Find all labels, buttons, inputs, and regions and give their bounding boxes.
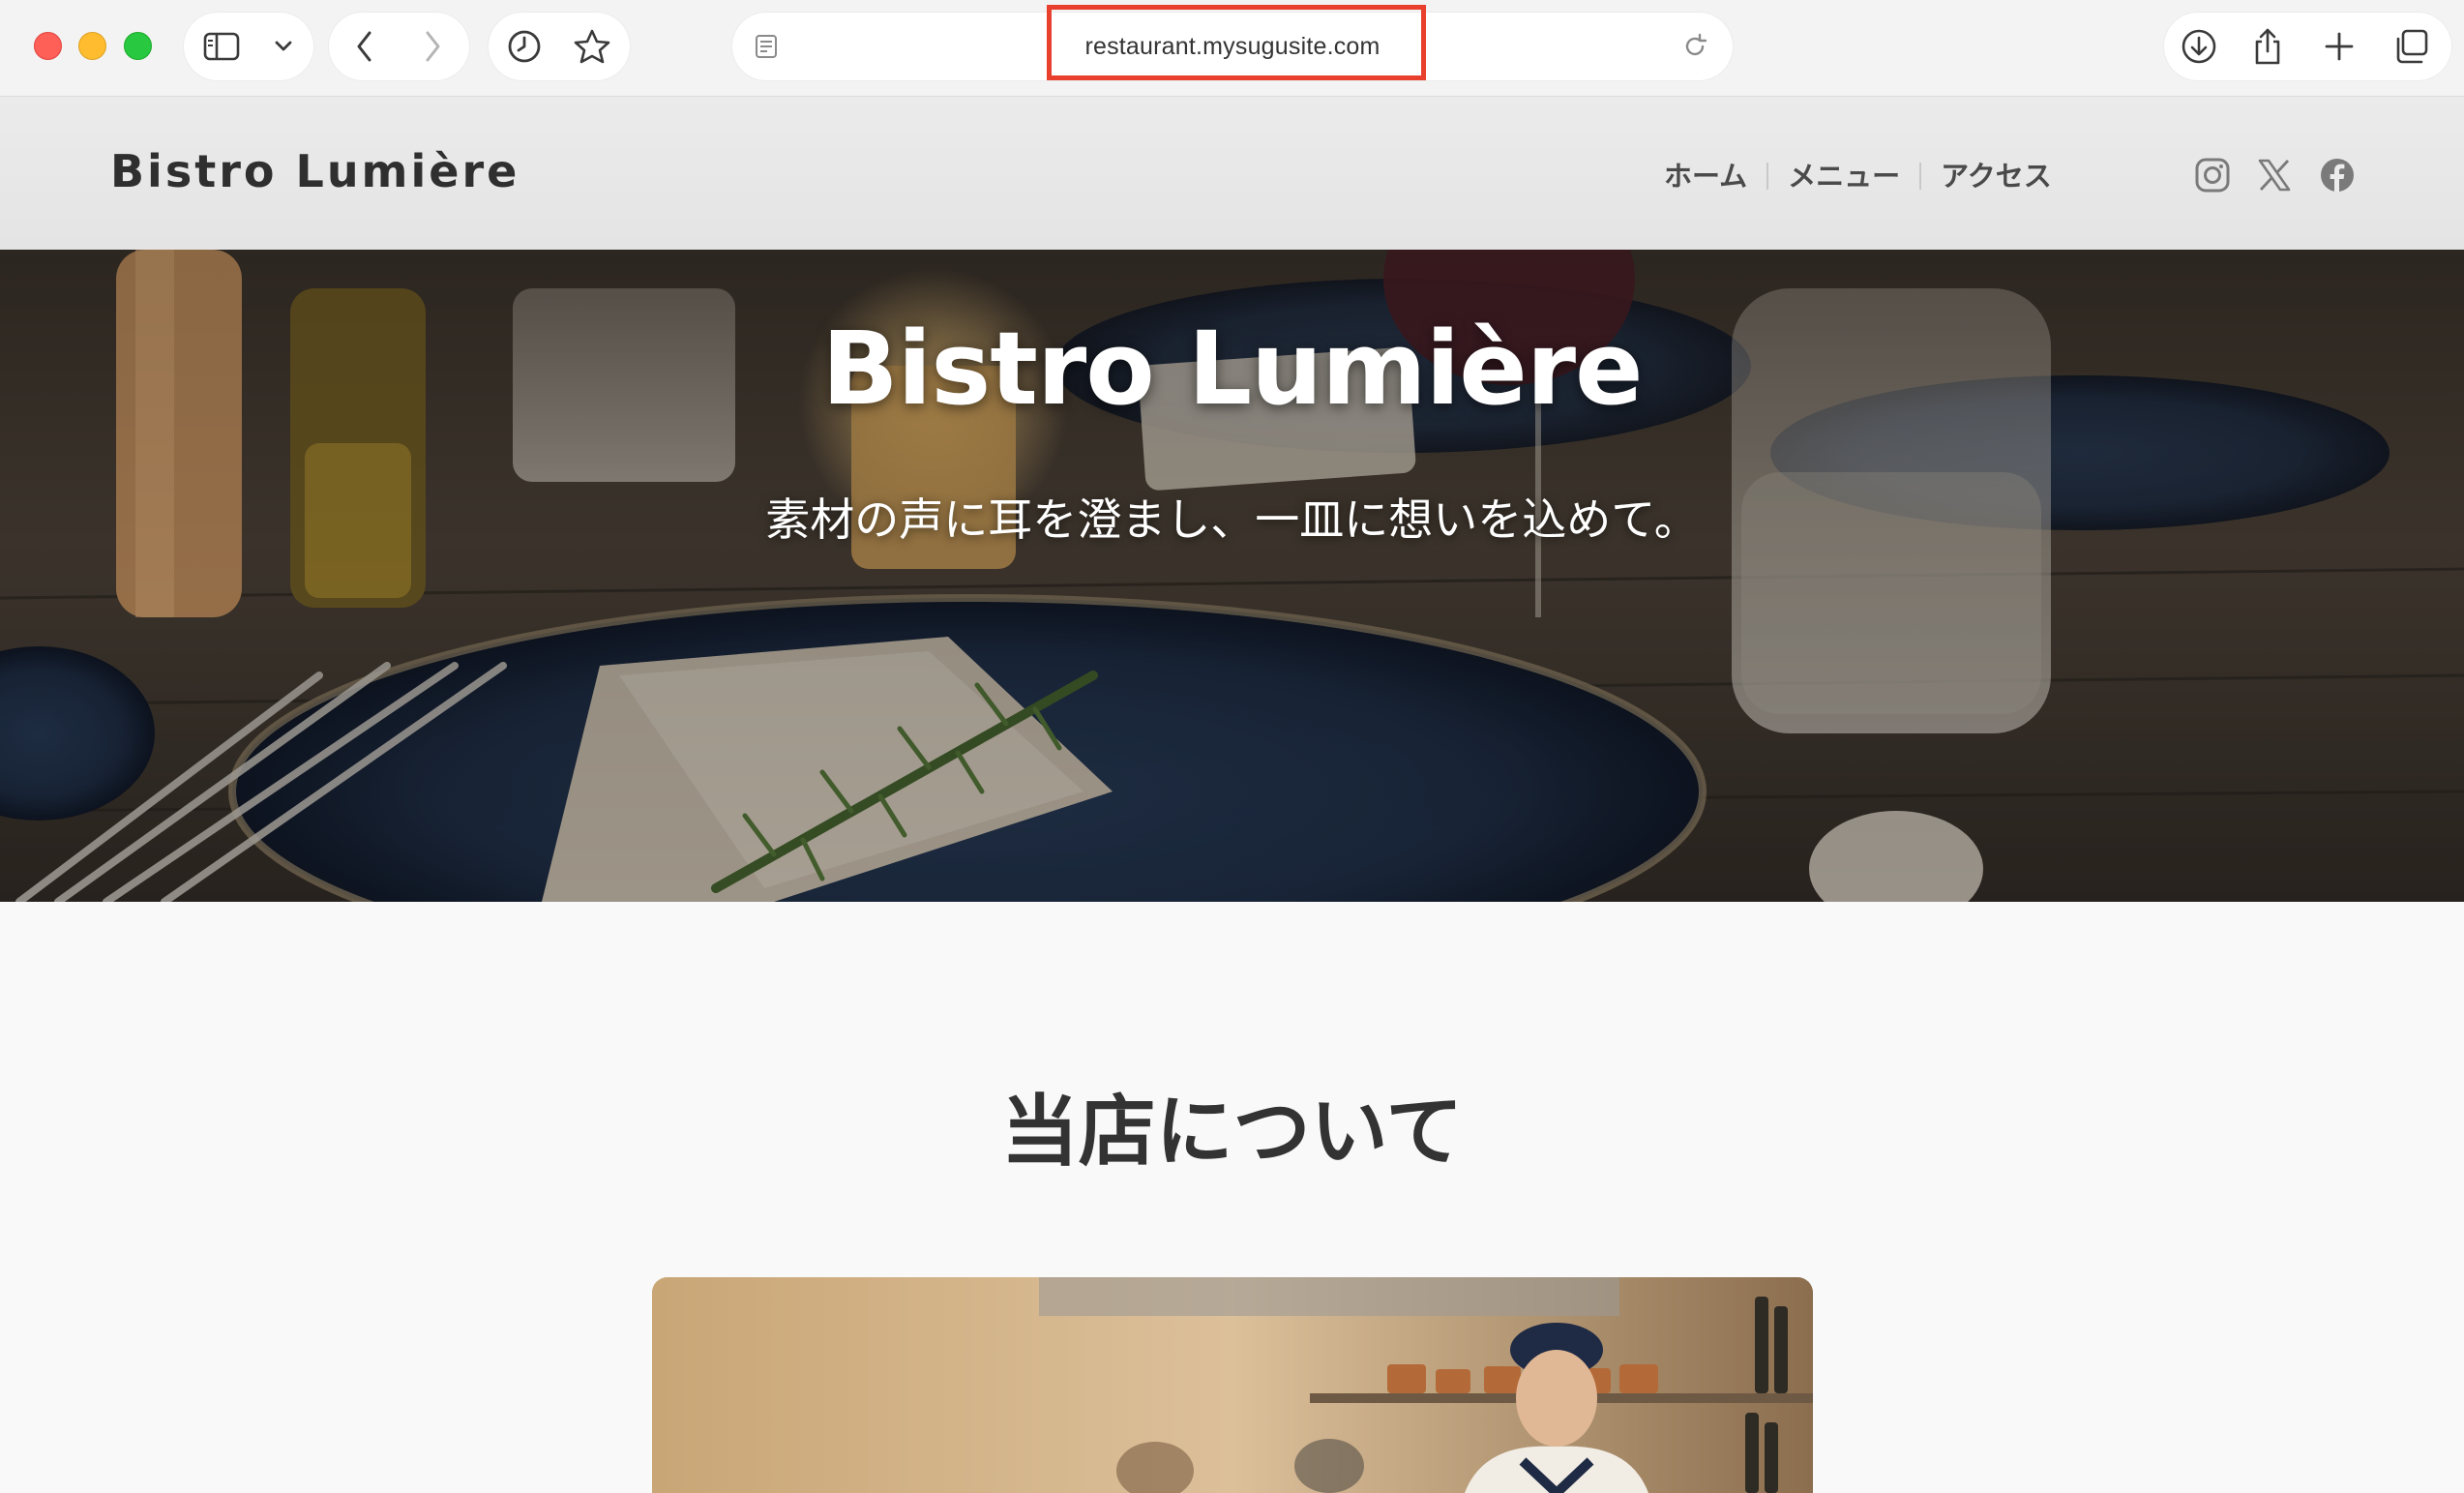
hero-section: Bistro Lumière 素材の声に耳を澄まし、一皿に想いを込めて。 [0,250,2464,902]
nav-link-access[interactable]: アクセス [1921,157,2071,195]
minimize-window-button[interactable] [78,32,106,60]
facebook-icon[interactable] [2317,155,2358,195]
star-icon[interactable] [568,22,616,71]
nav-link-home[interactable]: ホーム [1645,157,1766,195]
chef-kitchen-image [652,1277,1813,1493]
hero-title: Bistro Lumière [821,310,1643,428]
clock-icon[interactable] [500,22,549,71]
site-logo[interactable]: Bistro Lumière [110,145,520,197]
close-window-button[interactable] [34,32,62,60]
instagram-icon[interactable] [2192,155,2233,195]
sidebar-icon[interactable] [197,22,246,71]
main-nav: ホーム メニュー アクセス [1645,157,2071,195]
chevron-right-icon[interactable] [408,22,457,71]
nav-link-menu[interactable]: メニュー [1768,157,1919,195]
chevron-left-icon[interactable] [341,22,389,71]
site-header: Bistro Lumière ホーム メニュー アクセス [0,97,2464,250]
plus-icon[interactable] [2315,22,2363,71]
sidebar-controls [184,13,313,80]
browser-toolbar: restaurant.mysugusite.com [0,0,2464,97]
download-icon[interactable] [2175,22,2223,71]
address-bar[interactable]: restaurant.mysugusite.com [732,13,1733,80]
x-icon[interactable] [2254,155,2295,195]
share-icon[interactable] [2243,22,2292,71]
hero-subtitle: 素材の声に耳を澄まし、一皿に想いを込めて。 [765,493,1699,546]
reload-icon[interactable] [1671,22,1719,71]
url-text[interactable]: restaurant.mysugusite.com [732,13,1733,80]
about-section-title: 当店について [1000,1087,1464,1177]
tabs-overview-icon[interactable] [2387,22,2435,71]
toolbar-actions [2164,13,2451,80]
navigation-controls [329,13,469,80]
zoom-window-button[interactable] [124,32,152,60]
chevron-down-icon[interactable] [259,22,308,71]
history-bookmark-controls [489,13,630,80]
